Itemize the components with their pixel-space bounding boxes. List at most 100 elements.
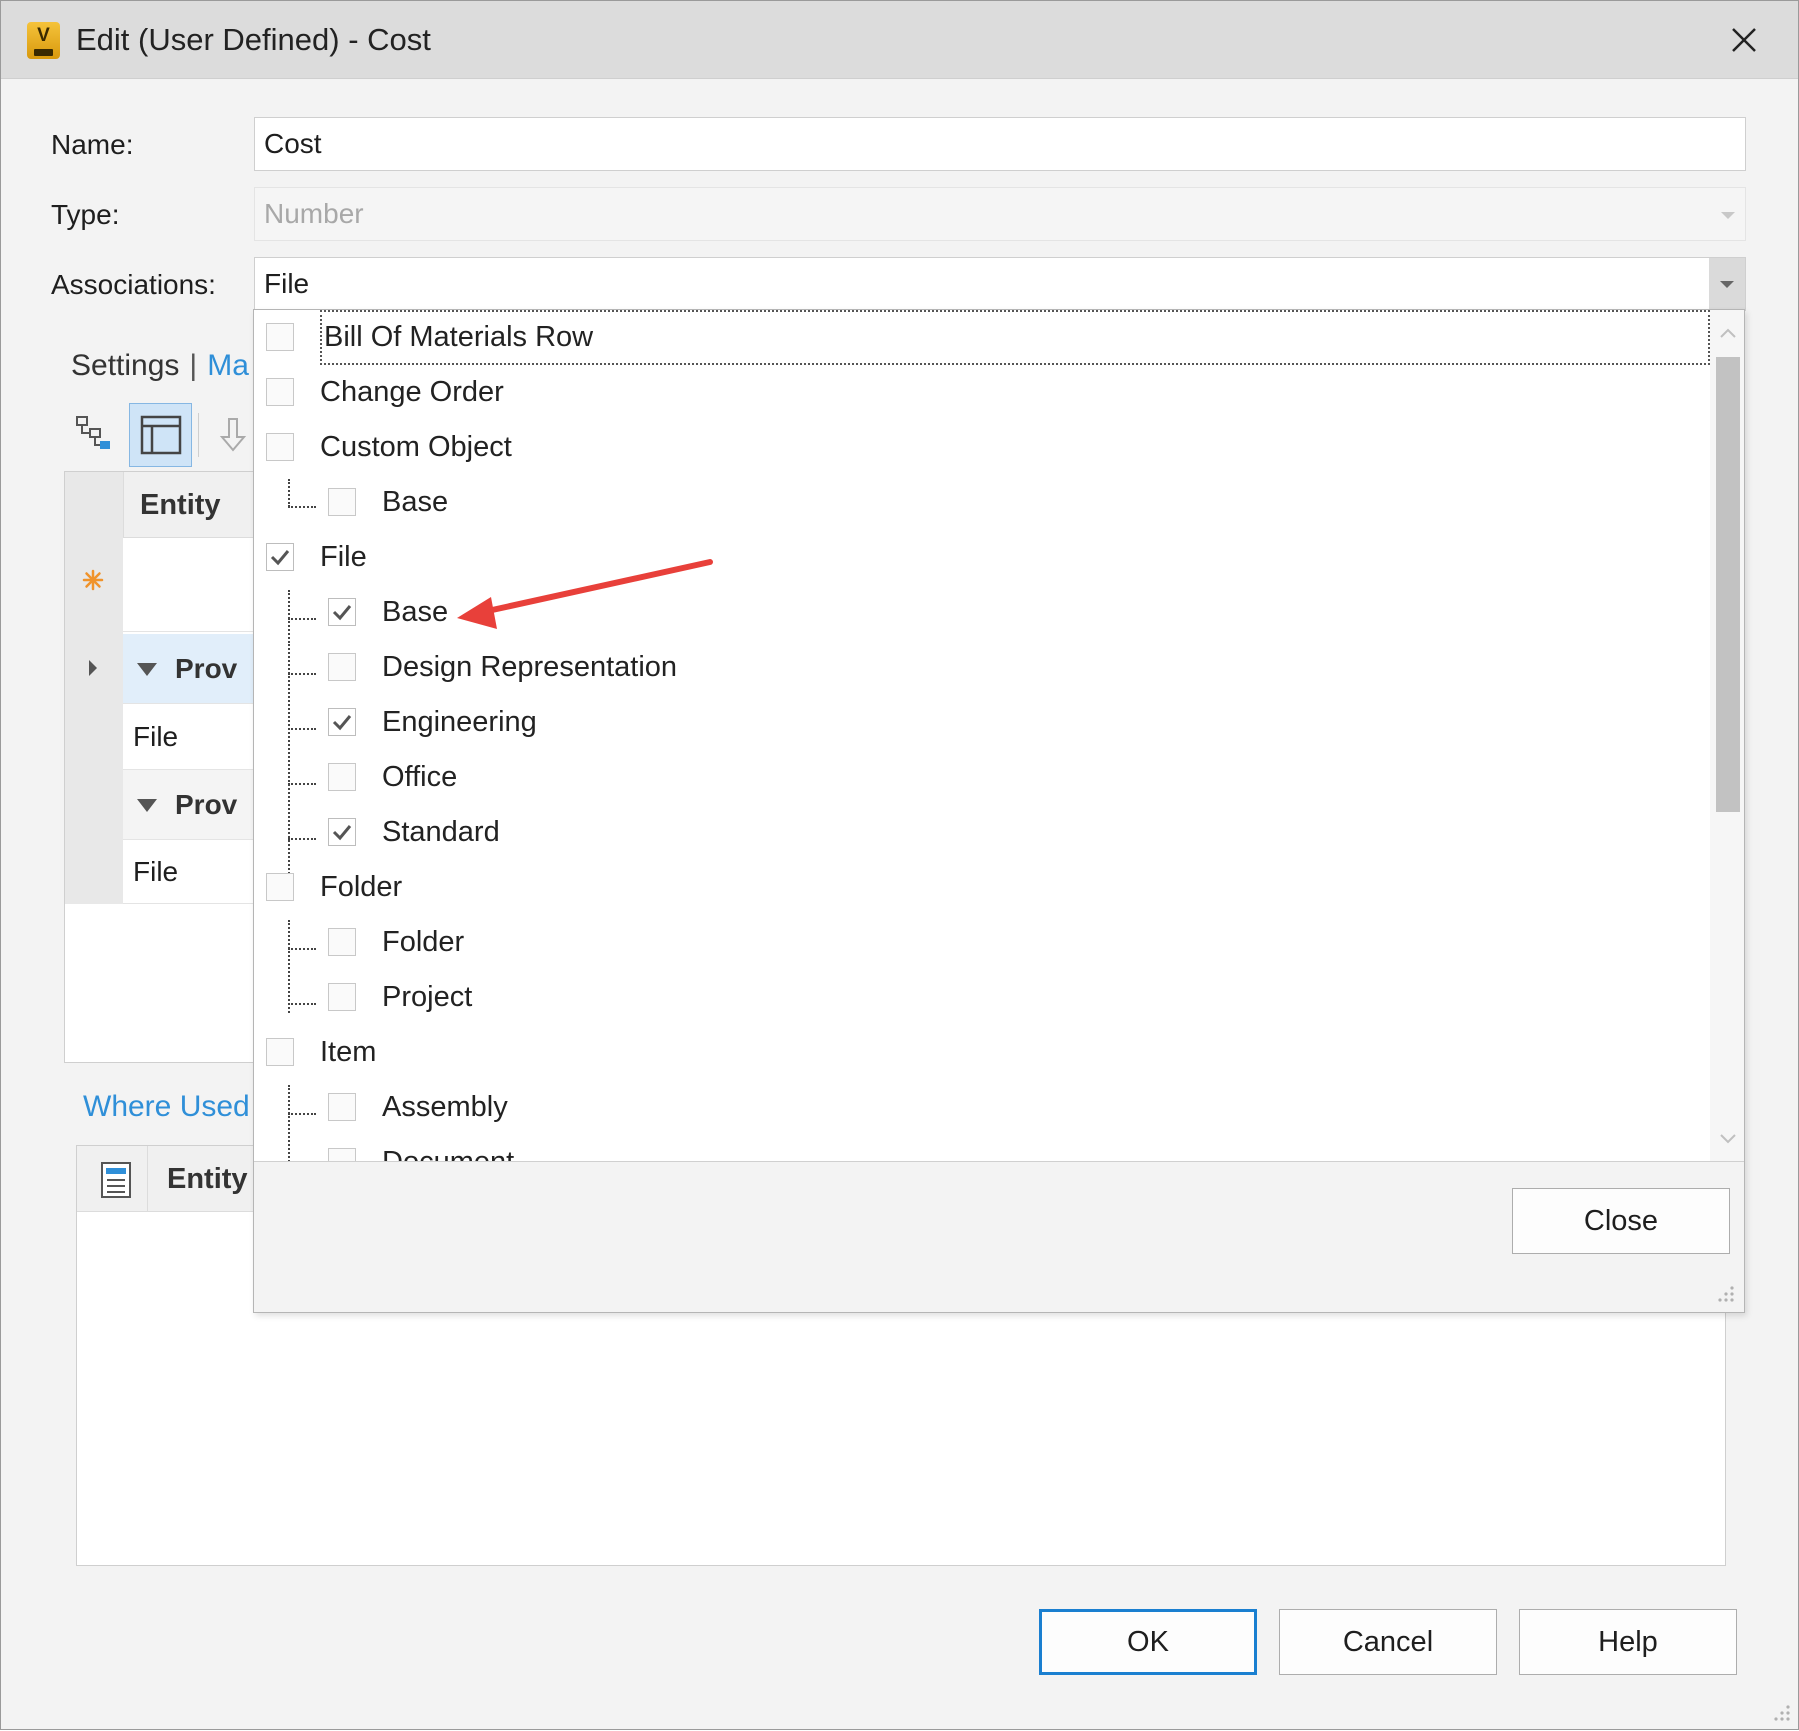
- tree-item[interactable]: Engineering: [254, 695, 1710, 750]
- mapping-grid: Entity Prov File Prov File: [64, 471, 265, 1063]
- table-row[interactable]: File: [123, 704, 265, 770]
- tree-item-label: Assembly: [382, 1091, 508, 1123]
- close-icon[interactable]: [1719, 15, 1769, 65]
- popup-scrollbar-thumb[interactable]: [1716, 357, 1740, 812]
- check-icon: [270, 550, 290, 566]
- checkbox[interactable]: [328, 1093, 356, 1121]
- collapse-icon[interactable]: [137, 663, 157, 676]
- tree-item[interactable]: Standard: [254, 805, 1710, 860]
- tree-item-label: Office: [382, 761, 458, 793]
- app-icon-letter: V: [37, 25, 50, 46]
- tree-item[interactable]: Folder: [254, 915, 1710, 970]
- mapping-toolbar: [64, 403, 264, 467]
- tree-view-icon[interactable]: [64, 403, 127, 467]
- tab-separator: |: [189, 349, 198, 382]
- tree-item[interactable]: Office: [254, 750, 1710, 805]
- checkbox[interactable]: [328, 763, 356, 791]
- checkbox[interactable]: [266, 378, 294, 406]
- title-bar: V Edit (User Defined) - Cost: [1, 1, 1798, 79]
- tree-item-label: Project: [382, 981, 473, 1013]
- settings-tabs: Settings | Ma: [71, 349, 249, 383]
- popup-close-button[interactable]: Close: [1512, 1188, 1730, 1254]
- table-row[interactable]: File: [123, 840, 265, 904]
- tree-item-label: Document: [382, 1146, 515, 1162]
- new-row[interactable]: [123, 538, 265, 632]
- associations-select[interactable]: File: [254, 257, 1746, 311]
- tree-item[interactable]: Bill Of Materials Row: [266, 310, 1710, 365]
- tab-mapping[interactable]: Ma: [207, 349, 249, 382]
- tree-item[interactable]: Design Representation: [254, 640, 1710, 695]
- tree-item[interactable]: Document: [254, 1135, 1710, 1162]
- checkbox-checked[interactable]: [328, 818, 356, 846]
- checkbox-checked[interactable]: [328, 708, 356, 736]
- window-title: Edit (User Defined) - Cost: [76, 22, 431, 57]
- tree-item-label: Folder: [382, 926, 465, 958]
- resize-grip-icon[interactable]: [1768, 1699, 1792, 1723]
- associations-label: Associations:: [51, 269, 216, 300]
- group-label: Prov: [175, 653, 238, 684]
- type-label: Type:: [51, 199, 120, 230]
- header-divider: [147, 1146, 148, 1212]
- tree-item-label: Base: [382, 596, 449, 628]
- tree-item[interactable]: Base: [254, 585, 1710, 640]
- checkbox[interactable]: [328, 488, 356, 516]
- tree-item[interactable]: Custom Object: [254, 420, 1710, 475]
- tree-item-label: Engineering: [382, 706, 537, 738]
- checkbox[interactable]: [328, 1148, 356, 1161]
- checkbox[interactable]: [328, 928, 356, 956]
- name-input[interactable]: Cost: [254, 117, 1746, 171]
- group-label: Prov: [175, 789, 238, 820]
- new-row-icon[interactable]: [81, 568, 105, 597]
- checkbox[interactable]: [266, 433, 294, 461]
- checkbox[interactable]: [328, 983, 356, 1011]
- checkbox[interactable]: [328, 653, 356, 681]
- cancel-button[interactable]: Cancel: [1279, 1609, 1497, 1675]
- grid-view-icon[interactable]: [129, 403, 192, 467]
- chevron-down-icon: [1720, 281, 1734, 288]
- associations-dropdown-button[interactable]: [1709, 258, 1745, 310]
- tree-item-label: Standard: [382, 816, 500, 848]
- scroll-down-icon[interactable]: [1718, 1132, 1738, 1151]
- tree-item-label: Folder: [320, 871, 403, 903]
- checkbox[interactable]: [266, 323, 294, 351]
- tree-item[interactable]: Item: [254, 1025, 1710, 1080]
- check-icon: [332, 825, 352, 841]
- vault-app-icon: V: [27, 22, 60, 59]
- tree-item[interactable]: File: [254, 530, 1710, 585]
- column-chooser-icon[interactable]: [99, 1160, 133, 1205]
- tree-item-label: Change Order: [320, 376, 504, 408]
- checkbox[interactable]: [266, 1038, 294, 1066]
- tree-item-label: Bill Of Materials Row: [324, 321, 594, 353]
- help-button[interactable]: Help: [1519, 1609, 1737, 1675]
- grid-header-entity[interactable]: Entity: [123, 472, 265, 538]
- checkbox-checked[interactable]: [328, 598, 356, 626]
- where-used-header-entity[interactable]: Entity: [167, 1146, 248, 1212]
- edit-dialog: V Edit (User Defined) - Cost Name: Cost …: [0, 0, 1799, 1730]
- type-value: Number: [264, 198, 364, 229]
- associations-popup: Bill Of Materials Row Change Order Custom …: [253, 309, 1745, 1313]
- tree-item-label: Item: [320, 1036, 377, 1068]
- tree-item[interactable]: Folder: [254, 860, 1710, 915]
- tree-item[interactable]: Assembly: [254, 1080, 1710, 1135]
- scroll-up-icon[interactable]: [1718, 326, 1738, 345]
- group-row[interactable]: Prov: [123, 770, 265, 840]
- collapse-icon[interactable]: [137, 799, 157, 812]
- tree-item[interactable]: Base: [254, 475, 1710, 530]
- chevron-down-icon: [1721, 212, 1735, 219]
- checkbox[interactable]: [266, 873, 294, 901]
- check-icon: [332, 715, 352, 731]
- popup-resize-grip-icon[interactable]: [1710, 1278, 1736, 1304]
- ok-button[interactable]: OK: [1039, 1609, 1257, 1675]
- app-icon-badge: [34, 49, 53, 56]
- where-used-link[interactable]: Where Used: [83, 1090, 250, 1124]
- tree-item[interactable]: Project: [254, 970, 1710, 1025]
- current-row-icon: [89, 660, 97, 676]
- tree-item[interactable]: Change Order: [254, 365, 1710, 420]
- toolbar-divider: [198, 413, 199, 457]
- tree-item-label: Base: [382, 486, 449, 518]
- tab-settings[interactable]: Settings: [71, 349, 179, 382]
- checkbox-checked[interactable]: [266, 543, 294, 571]
- group-row[interactable]: Prov: [123, 634, 265, 704]
- associations-value: File: [264, 268, 310, 299]
- type-select: Number: [254, 187, 1746, 241]
